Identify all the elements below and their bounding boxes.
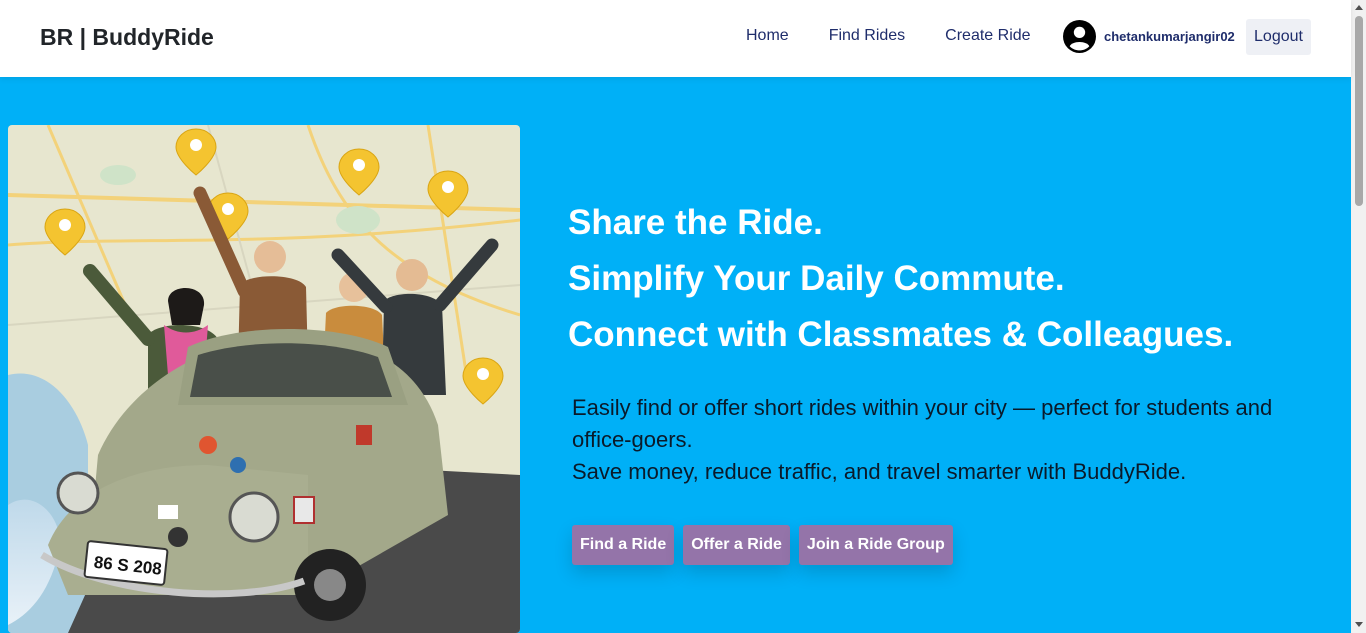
brand-logo[interactable]: BR | BuddyRide [40,24,214,51]
find-a-ride-button[interactable]: Find a Ride [572,525,675,565]
logout-button[interactable]: Logout [1246,19,1311,55]
headline-line-3: Connect with Classmates & Colleagues. [568,315,1234,354]
hero-image: 86 S 208 [8,125,520,633]
hero-description: Easily find or offer short rides within … [572,392,1312,488]
hero-section: 86 S 208 Share the Ride. Simplify Your D… [0,77,1351,633]
nav-link-create-ride[interactable]: Create Ride [945,27,1030,45]
user-profile[interactable]: chetankumarjangir02 [1063,20,1235,53]
navbar: BR | BuddyRide Home Find Rides Create Ri… [0,0,1351,77]
join-ride-group-button[interactable]: Join a Ride Group [798,525,953,565]
offer-a-ride-button[interactable]: Offer a Ride [683,525,790,565]
headline-line-2: Simplify Your Daily Commute. [568,259,1065,298]
hero-headline: Share the Ride. Simplify Your Daily Comm… [568,195,1233,363]
user-avatar-icon [1063,20,1096,53]
nav-links: Home Find Rides Create Ride [746,27,1031,45]
scroll-down-icon[interactable] [1355,622,1363,627]
friends-car-map-illustration: 86 S 208 [8,125,520,633]
nav-link-home[interactable]: Home [746,27,789,45]
description-line-2: Save money, reduce traffic, and travel s… [572,459,1187,484]
hero-buttons: Find a Ride Offer a Ride Join a Ride Gro… [572,525,953,565]
description-line-1: Easily find or offer short rides within … [572,395,1273,452]
scroll-up-icon[interactable] [1355,5,1363,10]
headline-line-1: Share the Ride. [568,203,823,242]
username-label: chetankumarjangir02 [1104,29,1235,44]
nav-link-find-rides[interactable]: Find Rides [829,27,905,45]
scroll-thumb[interactable] [1355,16,1363,206]
page-scrollbar[interactable] [1351,0,1366,633]
